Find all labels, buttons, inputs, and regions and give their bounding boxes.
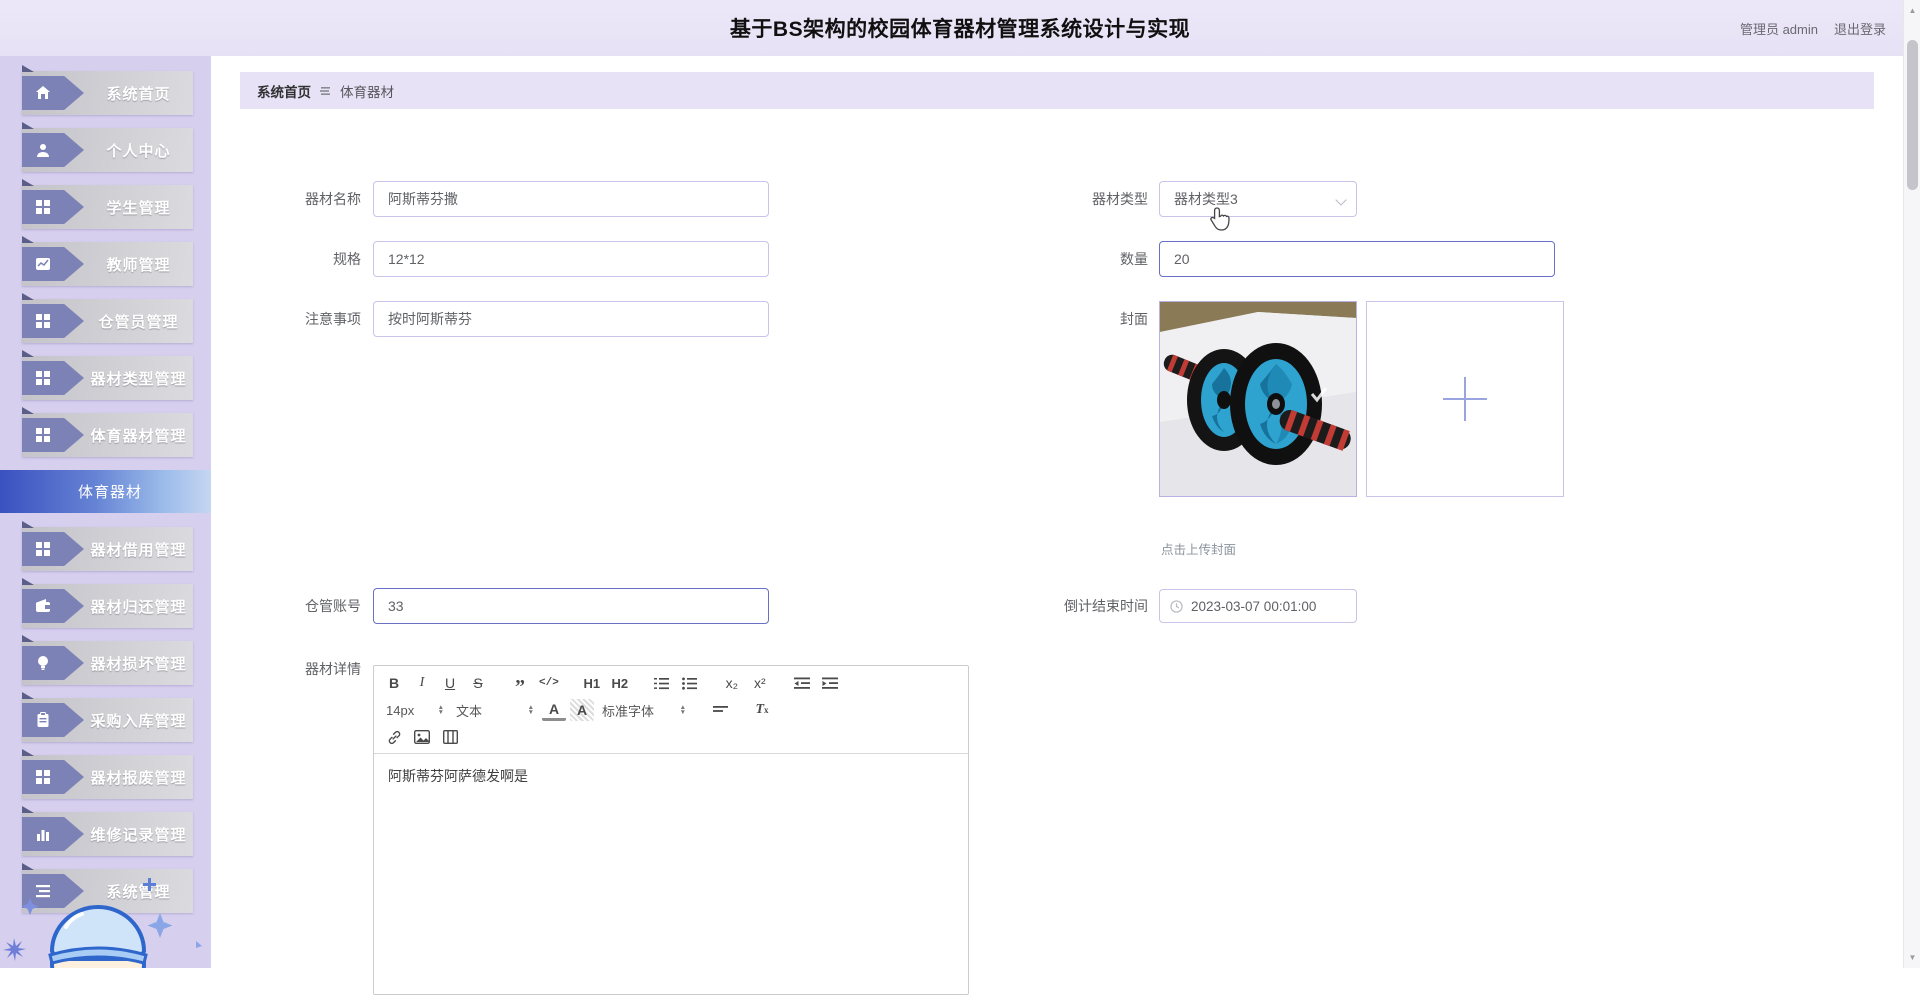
sidebar-item-purchase-inbound[interactable]: 采购入库管理 — [22, 692, 193, 742]
clipboard-icon — [35, 712, 51, 728]
underline-button[interactable]: U — [438, 672, 462, 694]
plus-icon — [1443, 377, 1487, 421]
sidebar-item-damage-mgmt[interactable]: 器材损坏管理 — [22, 635, 193, 685]
sidebar-item-return-mgmt[interactable]: 器材归还管理 — [22, 578, 193, 628]
grid-icon — [35, 313, 51, 329]
align-button[interactable] — [708, 699, 732, 721]
blockquote-button[interactable]: ” — [508, 672, 532, 697]
font-family-select[interactable]: 标准字体 ▲ ▼ — [598, 699, 690, 721]
warehouse-account-label: 仓管账号 — [305, 598, 361, 614]
sidebar-item-teachers[interactable]: 教师管理 — [22, 236, 193, 286]
sidebar-item-profile[interactable]: 个人中心 — [22, 122, 193, 172]
equipment-detail-label: 器材详情 — [305, 661, 361, 677]
insert-link-button[interactable] — [382, 726, 406, 748]
italic-button[interactable]: I — [410, 672, 434, 694]
updown-arrows-icon: ▲ ▼ — [527, 704, 534, 716]
breadcrumb: 系统首页 体育器材 — [240, 72, 1874, 109]
rich-text-editor: B I U S ” </> H1 H2 x₂ x² 14px ▲ ▼ 文本 ▲ … — [373, 665, 969, 995]
clear-format-button[interactable]: Tx — [750, 699, 774, 721]
grid-icon — [35, 769, 51, 785]
insert-image-button[interactable] — [410, 726, 434, 748]
scroll-down-icon[interactable]: ▼ — [1904, 949, 1920, 966]
grid-icon — [35, 541, 51, 557]
font-size-select[interactable]: 14px ▲ ▼ — [382, 699, 448, 721]
warehouse-account-input[interactable] — [373, 588, 769, 624]
bold-button[interactable]: B — [382, 672, 406, 694]
sidebar-item-sports-equipment-mgmt[interactable]: 体育器材管理 — [22, 407, 193, 457]
unordered-list-button[interactable] — [678, 672, 702, 694]
breadcrumb-home[interactable]: 系统首页 — [257, 81, 311, 101]
paragraph-format-select[interactable]: 文本 ▲ ▼ — [452, 699, 538, 721]
heading1-button[interactable]: H1 — [580, 672, 604, 694]
superscript-button[interactable]: x² — [748, 672, 772, 694]
sidebar-item-scrap-mgmt[interactable]: 器材报废管理 — [22, 749, 193, 799]
trend-chart-icon — [35, 256, 51, 272]
bulb-icon — [35, 655, 51, 671]
scroll-up-icon[interactable]: ▲ — [1904, 2, 1920, 19]
cover-label: 封面 — [1120, 311, 1148, 327]
strikethrough-button[interactable]: S — [466, 672, 490, 694]
font-color-button[interactable]: A — [542, 699, 566, 721]
main-content: 系统首页 体育器材 器材名称 器材类型 器材类型3 规格 数量 注意事项 封面 — [211, 56, 1903, 995]
logged-in-user: 管理员 admin — [1739, 21, 1818, 37]
editor-content[interactable]: 阿斯蒂芬阿萨德发啊是 — [374, 754, 968, 798]
ordered-list-button[interactable] — [650, 672, 674, 694]
updown-arrows-icon: ▲ ▼ — [679, 704, 686, 716]
spec-input[interactable] — [373, 241, 769, 277]
outdent-button[interactable] — [790, 672, 814, 694]
sidebar-item-home[interactable]: 系统首页 — [22, 65, 193, 115]
equipment-name-label: 器材名称 — [305, 191, 361, 207]
notes-label: 注意事项 — [305, 311, 361, 327]
app-header: 基于BS架构的校园体育器材管理系统设计与实现 管理员 admin 退出登录 — [0, 0, 1920, 56]
equipment-name-input[interactable] — [373, 181, 769, 217]
indent-button[interactable] — [818, 672, 842, 694]
code-button[interactable]: </> — [536, 672, 562, 694]
notes-input[interactable] — [373, 301, 769, 337]
countdown-end-datetime-picker[interactable]: 2023-03-07 00:01:00 — [1159, 589, 1357, 623]
breadcrumb-current: 体育器材 — [340, 84, 394, 100]
sidebar: 系统首页 个人中心 学生管理 教师管理 仓管员管理 器材类型管理 体育器材管理 … — [0, 56, 211, 968]
sidebar-item-warehouse-staff[interactable]: 仓管员管理 — [22, 293, 193, 343]
heading2-button[interactable]: H2 — [608, 672, 632, 694]
sidebar-item-students[interactable]: 学生管理 — [22, 179, 193, 229]
editor-toolbar: B I U S ” </> H1 H2 x₂ x² 14px ▲ ▼ 文本 ▲ … — [374, 666, 968, 754]
grid-icon — [35, 427, 51, 443]
grid-icon — [35, 199, 51, 215]
countdown-end-label: 倒计结束时间 — [1064, 598, 1148, 614]
subscript-button[interactable]: x₂ — [720, 672, 744, 694]
user-icon — [35, 142, 51, 158]
mascot-illustration — [3, 878, 202, 968]
wallet-icon — [35, 598, 51, 614]
equipment-type-select[interactable]: 器材类型3 — [1159, 181, 1357, 217]
home-icon — [35, 85, 51, 101]
sidebar-item-equipment-types[interactable]: 器材类型管理 — [22, 350, 193, 400]
updown-arrows-icon: ▲ ▼ — [437, 704, 444, 716]
quantity-input[interactable] — [1159, 241, 1555, 277]
scrollbar-thumb[interactable] — [1907, 40, 1918, 190]
sidebar-active-item-sports-equipment[interactable]: 体育器材 — [0, 470, 211, 513]
clock-icon — [1170, 599, 1183, 613]
cover-upload-hint: 点击上传封面 — [1161, 543, 1237, 557]
insert-video-button[interactable] — [438, 726, 462, 748]
chevron-down-icon — [1335, 194, 1347, 206]
cover-photo-thumbnail[interactable] — [1159, 301, 1357, 497]
equipment-type-label: 器材类型 — [1092, 191, 1148, 207]
spec-label: 规格 — [333, 251, 361, 267]
sidebar-item-borrow-mgmt[interactable]: 器材借用管理 — [22, 521, 193, 571]
quantity-label: 数量 — [1120, 251, 1148, 267]
bar-chart-icon — [35, 826, 51, 842]
highlight-color-button[interactable]: A — [570, 699, 594, 721]
logout-link[interactable]: 退出登录 — [1834, 19, 1886, 38]
grid-icon — [35, 370, 51, 386]
breadcrumb-separator-icon — [320, 86, 331, 96]
page-title: 基于BS架构的校园体育器材管理系统设计与实现 — [729, 18, 1191, 41]
page-scrollbar[interactable]: ▲ ▼ — [1903, 0, 1920, 968]
cover-upload-box[interactable] — [1366, 301, 1564, 497]
